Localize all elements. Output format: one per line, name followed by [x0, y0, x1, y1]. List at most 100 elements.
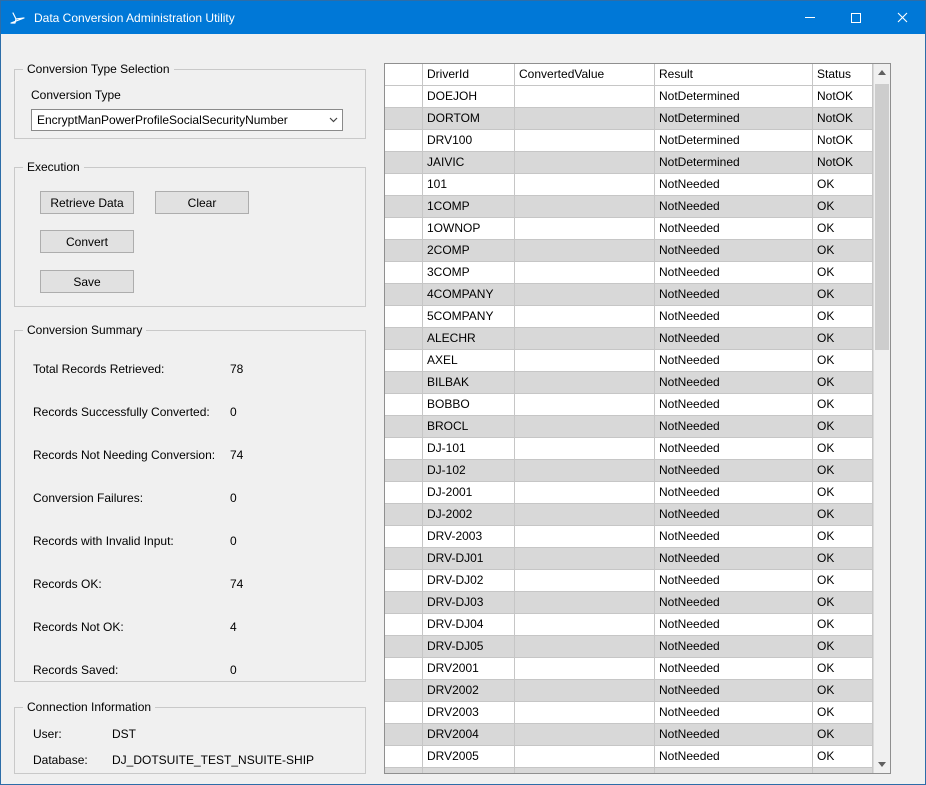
scroll-thumb[interactable] [875, 84, 889, 350]
column-header-driverid[interactable]: DriverId [423, 64, 515, 86]
cell-status[interactable]: OK [813, 218, 873, 240]
cell-result[interactable]: NotNeeded [655, 372, 813, 394]
cell-convertedvalue[interactable] [515, 636, 655, 658]
cell-status[interactable]: OK [813, 482, 873, 504]
cell-result[interactable]: NotDetermined [655, 108, 813, 130]
table-row[interactable]: DRV-DJ05NotNeededOK [385, 636, 890, 658]
table-row[interactable]: DOEJOHNotDeterminedNotOK [385, 86, 890, 108]
row-header-cell[interactable] [385, 658, 423, 680]
cell-result[interactable]: NotNeeded [655, 614, 813, 636]
cell-status[interactable]: NotOK [813, 108, 873, 130]
cell-status[interactable]: OK [813, 262, 873, 284]
cell-convertedvalue[interactable] [515, 86, 655, 108]
cell-driverid[interactable]: 1COMP [423, 196, 515, 218]
row-header-cell[interactable] [385, 526, 423, 548]
row-header-cell[interactable] [385, 218, 423, 240]
cell-driverid[interactable]: 3COMP [423, 262, 515, 284]
cell-driverid[interactable]: DRV2002 [423, 680, 515, 702]
cell-result[interactable]: NotNeeded [655, 460, 813, 482]
row-header-cell[interactable] [385, 328, 423, 350]
row-header-cell[interactable] [385, 306, 423, 328]
cell-convertedvalue[interactable] [515, 174, 655, 196]
cell-convertedvalue[interactable] [515, 130, 655, 152]
cell-result[interactable]: NotNeeded [655, 262, 813, 284]
cell-status[interactable]: OK [813, 658, 873, 680]
column-header-convertedvalue[interactable]: ConvertedValue [515, 64, 655, 86]
row-header-cell[interactable] [385, 196, 423, 218]
cell-convertedvalue[interactable] [515, 702, 655, 724]
table-row[interactable]: DRV2003NotNeededOK [385, 702, 890, 724]
column-header-status[interactable]: Status [813, 64, 873, 86]
cell-convertedvalue[interactable] [515, 570, 655, 592]
cell-status[interactable]: OK [813, 240, 873, 262]
title-bar[interactable]: Data Conversion Administration Utility [1, 1, 925, 34]
table-row[interactable]: 5COMPANYNotNeededOK [385, 306, 890, 328]
cell-convertedvalue[interactable] [515, 614, 655, 636]
row-header-cell[interactable] [385, 504, 423, 526]
table-row[interactable]: DRV-DJ04 NotNeededOK [385, 614, 890, 636]
table-row[interactable]: DRV-DJ02NotNeededOK [385, 570, 890, 592]
cell-result[interactable]: NotNeeded [655, 438, 813, 460]
cell-convertedvalue[interactable] [515, 724, 655, 746]
cell-driverid[interactable]: DRV100 [423, 130, 515, 152]
cell-driverid[interactable]: DRV-DJ03 [423, 592, 515, 614]
row-header-cell[interactable] [385, 438, 423, 460]
cell-convertedvalue[interactable] [515, 746, 655, 768]
cell-result[interactable]: NotNeeded [655, 526, 813, 548]
cell-result[interactable]: NotNeeded [655, 196, 813, 218]
clear-button[interactable]: Clear [155, 191, 249, 214]
row-header-cell[interactable] [385, 768, 423, 774]
table-row[interactable]: DRV2006NotNeededOK [385, 768, 890, 774]
table-row[interactable]: DJ-102NotNeededOK [385, 460, 890, 482]
cell-result[interactable]: NotNeeded [655, 680, 813, 702]
cell-result[interactable]: NotNeeded [655, 328, 813, 350]
table-row[interactable]: DRV2004NotNeededOK [385, 724, 890, 746]
row-header-cell[interactable] [385, 548, 423, 570]
table-row[interactable]: DJ-2002NotNeededOK [385, 504, 890, 526]
cell-driverid[interactable]: DRV-DJ05 [423, 636, 515, 658]
cell-driverid[interactable]: DJ-2002 [423, 504, 515, 526]
row-header-cell[interactable] [385, 130, 423, 152]
row-header-cell[interactable] [385, 592, 423, 614]
cell-convertedvalue[interactable] [515, 306, 655, 328]
table-row[interactable]: 2COMPNotNeededOK [385, 240, 890, 262]
cell-result[interactable]: NotNeeded [655, 768, 813, 774]
cell-result[interactable]: NotNeeded [655, 306, 813, 328]
cell-driverid[interactable]: DRV2006 [423, 768, 515, 774]
row-header-cell[interactable] [385, 152, 423, 174]
table-row[interactable]: 1OWNOPNotNeededOK [385, 218, 890, 240]
cell-convertedvalue[interactable] [515, 592, 655, 614]
cell-convertedvalue[interactable] [515, 196, 655, 218]
cell-status[interactable]: OK [813, 350, 873, 372]
cell-result[interactable]: NotDetermined [655, 152, 813, 174]
table-row[interactable]: 3COMP NotNeededOK [385, 262, 890, 284]
cell-status[interactable]: OK [813, 592, 873, 614]
table-row[interactable]: 4COMPANYNotNeededOK [385, 284, 890, 306]
cell-result[interactable]: NotNeeded [655, 350, 813, 372]
cell-result[interactable]: NotNeeded [655, 592, 813, 614]
table-row[interactable]: DRV2001NotNeededOK [385, 658, 890, 680]
cell-convertedvalue[interactable] [515, 108, 655, 130]
cell-result[interactable]: NotNeeded [655, 240, 813, 262]
close-button[interactable] [879, 1, 925, 34]
cell-driverid[interactable]: DJ-2001 [423, 482, 515, 504]
scroll-up-button[interactable] [874, 64, 890, 81]
cell-driverid[interactable]: ALECHR [423, 328, 515, 350]
cell-result[interactable]: NotNeeded [655, 504, 813, 526]
convert-button[interactable]: Convert [40, 230, 134, 253]
cell-driverid[interactable]: DRV-DJ04 [423, 614, 515, 636]
cell-driverid[interactable]: DJ-102 [423, 460, 515, 482]
cell-status[interactable]: NotOK [813, 130, 873, 152]
cell-status[interactable]: OK [813, 416, 873, 438]
table-row[interactable]: 101NotNeededOK [385, 174, 890, 196]
cell-status[interactable]: OK [813, 438, 873, 460]
cell-result[interactable]: NotNeeded [655, 482, 813, 504]
table-row[interactable]: DRV100NotDeterminedNotOK [385, 130, 890, 152]
cell-status[interactable]: OK [813, 614, 873, 636]
cell-convertedvalue[interactable] [515, 218, 655, 240]
cell-status[interactable]: OK [813, 746, 873, 768]
row-header-cell[interactable] [385, 174, 423, 196]
row-header-cell[interactable] [385, 680, 423, 702]
vertical-scrollbar[interactable] [873, 64, 890, 773]
table-row[interactable]: DRV-DJ03 NotNeededOK [385, 592, 890, 614]
